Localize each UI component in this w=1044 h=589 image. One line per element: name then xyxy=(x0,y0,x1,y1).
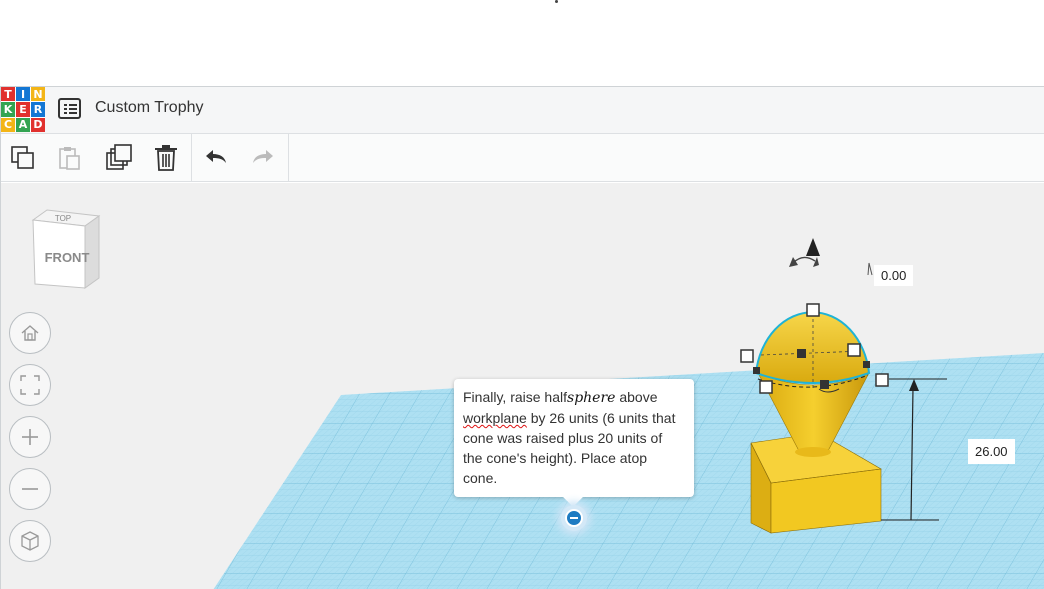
height-value-readout[interactable]: 26.00 xyxy=(968,439,1015,464)
zoom-in-button[interactable] xyxy=(9,416,51,458)
page: TIN KER CAD Custom Trophy TOP FRONT 0.00 2… xyxy=(0,0,1044,589)
tooltip-collapse-button[interactable] xyxy=(561,505,587,531)
paste-icon xyxy=(59,147,80,170)
tutorial-tooltip: Finally, raise halfsphere above workplan… xyxy=(454,379,694,507)
tooltip-handwritten-word: sphere xyxy=(567,390,616,406)
zoom-out-icon xyxy=(22,488,38,490)
copy-icon xyxy=(11,146,34,169)
tooltip-text-part1: Finally, raise half xyxy=(463,389,568,405)
view-cube-front-label: FRONT xyxy=(45,250,90,265)
edit-toolbar xyxy=(1,134,1044,182)
rotation-value-readout[interactable]: 0.00 xyxy=(874,265,914,286)
tinkercad-logo[interactable]: TIN KER CAD xyxy=(1,87,45,132)
tooltip-text-part2: above xyxy=(615,389,658,405)
logo-letter-d: D xyxy=(31,117,45,132)
design-title[interactable]: Custom Trophy xyxy=(95,99,203,117)
tooltip-misspelled-word: workplane xyxy=(463,410,527,426)
lift-handle-cone xyxy=(806,238,820,256)
fit-view-icon xyxy=(20,375,40,395)
trash-icon xyxy=(155,145,177,171)
perspective-toggle-button[interactable] xyxy=(9,520,51,562)
cursor-dot xyxy=(555,0,558,3)
view-cube-top-label: TOP xyxy=(55,214,71,223)
copy-button[interactable] xyxy=(8,143,38,173)
home-icon xyxy=(21,325,39,341)
undo-button[interactable] xyxy=(201,143,231,173)
3d-workplane-viewport[interactable]: TOP FRONT 0.00 26.00 Finally, raise half… xyxy=(1,183,1044,589)
tinkercad-app: TIN KER CAD Custom Trophy TOP FRONT 0.00 2… xyxy=(0,86,1044,589)
view-cube[interactable]: TOP FRONT xyxy=(29,208,105,292)
duplicate-icon xyxy=(106,144,132,170)
logo-letter-i: I xyxy=(16,87,30,102)
duplicate-button[interactable] xyxy=(104,143,134,173)
home-view-button[interactable] xyxy=(9,312,51,354)
design-list-icon[interactable] xyxy=(58,98,81,119)
zoom-in-icon xyxy=(22,429,38,445)
undo-icon xyxy=(206,150,226,163)
redo-icon xyxy=(253,150,273,163)
logo-letter-a: A xyxy=(16,117,30,132)
zoom-out-button[interactable] xyxy=(9,468,51,510)
logo-letter-e: E xyxy=(16,102,30,117)
logo-letter-c: C xyxy=(1,117,15,132)
rotate-handle xyxy=(792,256,816,264)
minus-circle-icon xyxy=(565,509,583,527)
paste-button[interactable] xyxy=(54,143,84,173)
fit-view-button[interactable] xyxy=(9,364,51,406)
logo-letter-t: T xyxy=(1,87,15,102)
logo-letter-k: K xyxy=(1,102,15,117)
perspective-icon xyxy=(21,531,39,551)
logo-letter-n: N xyxy=(31,87,45,102)
redo-button[interactable] xyxy=(248,143,278,173)
delete-button[interactable] xyxy=(151,143,181,173)
logo-letter-r: R xyxy=(31,102,45,117)
title-bar: TIN KER CAD Custom Trophy xyxy=(1,87,1044,134)
